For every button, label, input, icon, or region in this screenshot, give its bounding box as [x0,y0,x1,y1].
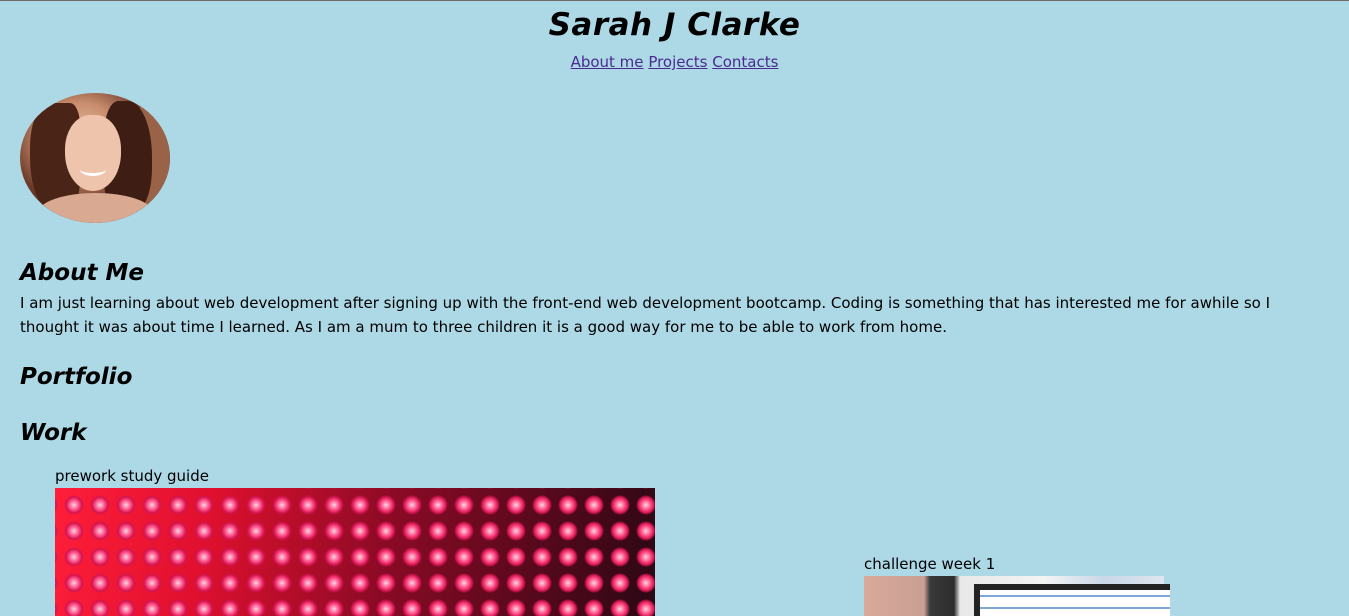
portfolio-heading: Portfolio [20,364,133,390]
profile-photo [20,93,170,223]
nav-link-projects[interactable]: Projects [648,53,707,71]
work-item-label: challenge week 1 [864,555,996,573]
about-heading: About Me [20,260,144,286]
red-led-lights-image[interactable] [55,488,655,616]
work-item-challenge[interactable]: challenge week 1 [864,555,1170,616]
site-header: Sarah J Clarke About me Projects Contact… [0,1,1349,72]
nav-link-contacts[interactable]: Contacts [712,53,778,71]
nav-link-about-me[interactable]: About me [571,53,644,71]
work-item-prework[interactable]: prework study guide [55,467,655,616]
about-text: I am just learning about web development… [20,294,1271,336]
main-nav: About me Projects Contacts [0,52,1349,72]
work-heading: Work [20,420,87,446]
laptop-screen-image[interactable] [864,576,1170,616]
work-item-label: prework study guide [55,467,209,485]
site-title: Sarah J Clarke [548,7,801,43]
